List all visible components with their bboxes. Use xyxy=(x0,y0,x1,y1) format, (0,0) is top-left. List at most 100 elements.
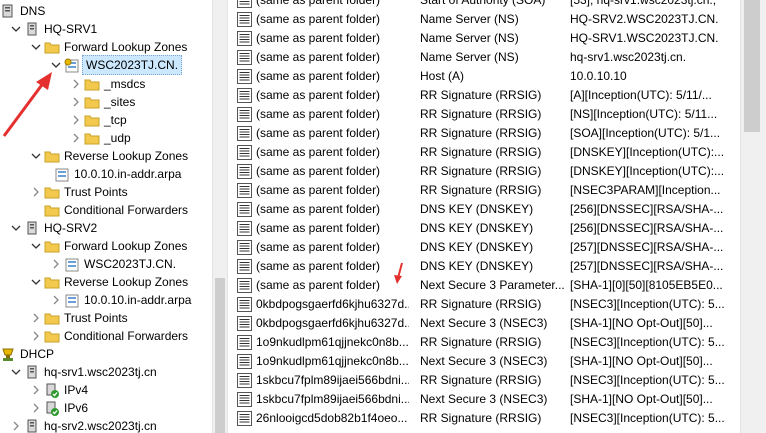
record-row[interactable]: (same as parent folder) Name Server (NS) H… xyxy=(228,10,741,29)
record-row[interactable]: (same as parent folder) Name Server (NS) H… xyxy=(228,29,741,48)
server-icon xyxy=(24,22,40,36)
record-row[interactable]: (same as parent folder) DNS KEY (DNSKEY) [… xyxy=(228,200,741,219)
chevron-right-icon[interactable] xyxy=(30,185,42,199)
record-row[interactable]: 1o9nkudlpm61qjjnekc0n8b... Next Secure 3 … xyxy=(228,352,741,371)
tree-node-hq-srv1[interactable]: HQ-SRV1 xyxy=(10,20,97,38)
record-name: (same as parent folder) xyxy=(256,183,381,197)
record-icon xyxy=(237,354,252,369)
record-row[interactable]: (same as parent folder) DNS KEY (DNSKEY) [… xyxy=(228,238,741,257)
tree-node-hq-srv2[interactable]: HQ-SRV2 xyxy=(10,219,97,237)
tree-node-dhcp-srv2[interactable]: hq-srv2.wsc2023tj.cn xyxy=(10,417,157,433)
record-row[interactable]: 0kbdpogsgaerfd6kjhu6327d... RR Signature … xyxy=(228,295,741,314)
record-row[interactable]: (same as parent folder) Start of Authorit… xyxy=(228,0,741,10)
record-row[interactable]: (same as parent folder) Name Server (NS) h… xyxy=(228,48,741,67)
tree-label: Reverse Lookup Zones xyxy=(64,275,189,289)
chevron-down-icon[interactable] xyxy=(10,22,22,36)
tree-label: WSC2023TJ.CN. xyxy=(82,55,183,75)
record-name: 1o9nkudlpm61qjjnekc0n8b... xyxy=(256,354,409,368)
record-row[interactable]: (same as parent folder) RR Signature (RRS… xyxy=(228,124,741,143)
record-row[interactable]: (same as parent folder) RR Signature (RRS… xyxy=(228,105,741,124)
chevron-down-icon[interactable] xyxy=(50,58,62,72)
tree-node-trust-points-2[interactable]: Trust Points xyxy=(30,309,128,327)
record-row[interactable]: (same as parent folder) RR Signature (RRS… xyxy=(228,86,741,105)
chevron-down-icon[interactable] xyxy=(30,239,42,253)
record-name: (same as parent folder) xyxy=(256,0,381,7)
tree-node-dhcp[interactable]: DHCP xyxy=(0,345,54,363)
chevron-right-icon[interactable] xyxy=(10,419,22,433)
tree-scrollbar[interactable] xyxy=(212,0,227,433)
list-scrollbar-thumb[interactable] xyxy=(744,0,760,132)
record-row[interactable]: 0kbdpogsgaerfd6kjhu6327d... Next Secure 3… xyxy=(228,314,741,333)
tree-scrollbar-thumb[interactable] xyxy=(215,278,225,433)
chevron-right-icon[interactable] xyxy=(70,131,82,145)
record-row[interactable]: (same as parent folder) RR Signature (RRS… xyxy=(228,162,741,181)
tree-node-tcp[interactable]: _tcp xyxy=(70,111,127,129)
record-icon xyxy=(237,316,252,331)
tree-node-dhcp-srv1[interactable]: hq-srv1.wsc2023tj.cn xyxy=(10,363,157,381)
record-data: [SHA-1][NO Opt-Out][50]... xyxy=(570,316,713,330)
tree-node-reverse-lookup-zones[interactable]: Reverse Lookup Zones xyxy=(30,147,188,165)
tree-node-trust-points[interactable]: Trust Points xyxy=(30,183,128,201)
chevron-right-icon[interactable] xyxy=(30,383,42,397)
chevron-right-icon[interactable] xyxy=(70,95,82,109)
record-data: [SHA-1][0][50][8105EB5E0... xyxy=(570,278,723,292)
tree-node-dns[interactable]: DNS xyxy=(0,2,45,20)
record-type: RR Signature (RRSIG) xyxy=(420,373,542,387)
tree-node-zone-wsc2023tj-2[interactable]: WSC2023TJ.CN. xyxy=(50,255,176,273)
chevron-down-icon[interactable] xyxy=(10,365,22,379)
record-row[interactable]: (same as parent folder) RR Signature (RRS… xyxy=(228,143,741,162)
tree-node-forward-lookup-zones-2[interactable]: Forward Lookup Zones xyxy=(30,237,187,255)
record-name: 1skbcu7fplm89ijaei566bdni... xyxy=(256,373,409,387)
record-row[interactable]: (same as parent folder) RR Signature (RRS… xyxy=(228,181,741,200)
chevron-right-icon[interactable] xyxy=(30,329,42,343)
chevron-right-icon[interactable] xyxy=(50,293,62,307)
chevron-right-icon[interactable] xyxy=(30,401,42,415)
folder-icon xyxy=(44,149,60,163)
record-row[interactable]: 1skbcu7fplm89ijaei566bdni... Next Secure … xyxy=(228,390,741,409)
chevron-down-icon[interactable] xyxy=(30,40,42,54)
record-row[interactable]: (same as parent folder) DNS KEY (DNSKEY) [… xyxy=(228,219,741,238)
dns-zone-icon xyxy=(54,167,70,181)
tree-node-conditional-forwarders[interactable]: Conditional Forwarders xyxy=(44,201,188,219)
chevron-right-icon[interactable] xyxy=(30,311,42,325)
record-icon xyxy=(237,31,252,46)
tree-node-conditional-forwarders-2[interactable]: Conditional Forwarders xyxy=(30,327,188,345)
record-type: RR Signature (RRSIG) xyxy=(420,297,542,311)
folder-icon xyxy=(84,95,100,109)
record-row[interactable]: 1o9nkudlpm61qjjnekc0n8b... RR Signature (… xyxy=(228,333,741,352)
chevron-down-icon[interactable] xyxy=(30,149,42,163)
list-scrollbar[interactable] xyxy=(740,0,766,433)
tree-node-forward-lookup-zones[interactable]: Forward Lookup Zones xyxy=(30,38,187,56)
chevron-right-icon[interactable] xyxy=(50,257,62,271)
tree-label: hq-srv1.wsc2023tj.cn xyxy=(44,365,157,379)
record-row[interactable]: (same as parent folder) Next Secure 3 Par… xyxy=(228,276,741,295)
tree-label: DNS xyxy=(20,4,46,18)
tree-node-ipv4[interactable]: IPv4 xyxy=(30,381,88,399)
record-row[interactable]: 26nlooigcd5dob82b1f4oeo... RR Signature (… xyxy=(228,409,741,428)
tree-node-sites[interactable]: _sites xyxy=(70,93,135,111)
tree-node-reverse-lookup-zones-2[interactable]: Reverse Lookup Zones xyxy=(30,273,188,291)
record-type: Next Secure 3 (NSEC3) xyxy=(420,316,548,330)
record-row[interactable]: (same as parent folder) DNS KEY (DNSKEY) [… xyxy=(228,257,741,276)
dns-server-icon xyxy=(0,4,16,18)
tree-node-ipv6[interactable]: IPv6 xyxy=(30,399,88,417)
record-name: (same as parent folder) xyxy=(256,164,381,178)
record-row[interactable]: (same as parent folder) Host (A) 10.0.10.1… xyxy=(228,67,741,86)
tree-label: Conditional Forwarders xyxy=(64,203,189,217)
record-icon xyxy=(237,259,252,274)
chevron-down-icon[interactable] xyxy=(30,275,42,289)
record-data: [53], hq-srv1.wsc2023tj.cn., xyxy=(570,0,717,7)
tree-node-zone-wsc2023tj[interactable]: WSC2023TJ.CN. xyxy=(50,55,183,75)
tree-label: Trust Points xyxy=(64,311,128,325)
chevron-down-icon[interactable] xyxy=(10,221,22,235)
tree-node-udp[interactable]: _udp xyxy=(70,129,131,147)
tree-node-reverse-zone[interactable]: 10.0.10.in-addr.arpa xyxy=(54,165,181,183)
record-row[interactable]: 1skbcu7fplm89ijaei566bdni... RR Signature… xyxy=(228,371,741,390)
tree-node-reverse-zone-2[interactable]: 10.0.10.in-addr.arpa xyxy=(50,291,191,309)
chevron-right-icon[interactable] xyxy=(70,113,82,127)
server-icon xyxy=(24,221,40,235)
tree-node-msdcs[interactable]: _msdcs xyxy=(70,75,145,93)
tree-label: _tcp xyxy=(104,113,127,127)
chevron-right-icon[interactable] xyxy=(70,77,82,91)
record-type: RR Signature (RRSIG) xyxy=(420,145,542,159)
